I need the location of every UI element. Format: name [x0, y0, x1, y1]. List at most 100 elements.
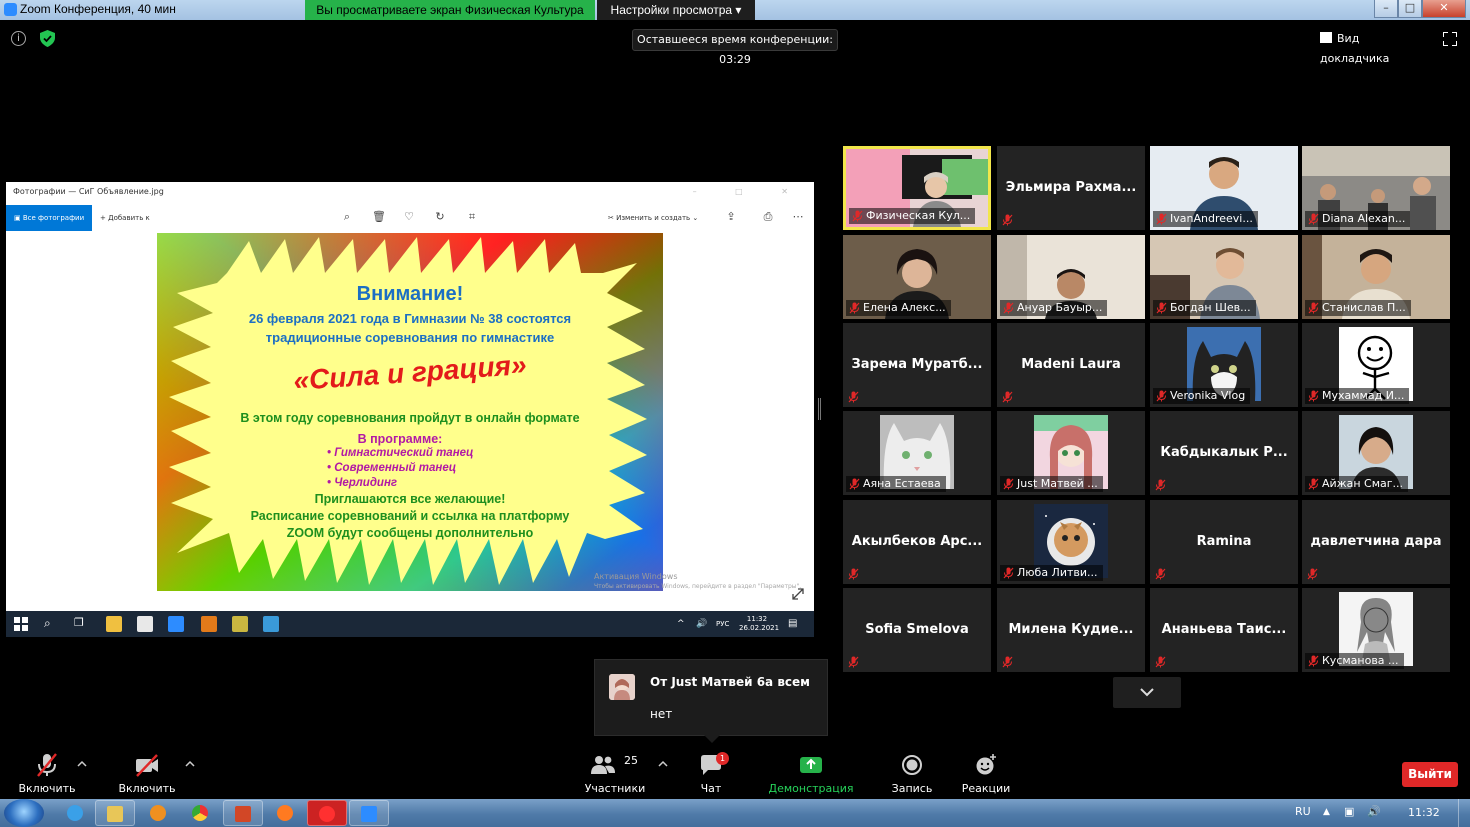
participant-tile[interactable]: Кусманова ... [1302, 588, 1450, 672]
speaker-view-button[interactable]: Вид докладчика [1320, 29, 1428, 65]
participant-name: Madeni Laura [1021, 357, 1121, 372]
participant-tile[interactable]: давлетчина дара [1302, 500, 1450, 584]
splitter-handle[interactable] [818, 398, 821, 420]
close-button[interactable]: ✕ [1422, 0, 1466, 18]
os-taskbar [0, 799, 1470, 827]
app-icon[interactable] [232, 616, 248, 632]
edge-icon[interactable] [201, 616, 217, 632]
muted-mic-icon [1156, 213, 1167, 225]
tray-arrow-icon[interactable]: ▲ [1323, 807, 1330, 817]
info-icon[interactable]: i [11, 31, 26, 46]
view-options-label: Настройки просмотра [610, 3, 733, 17]
add-to-button[interactable]: + Добавить к [100, 205, 150, 231]
muted-mic-icon [848, 656, 859, 668]
participant-tile[interactable]: Кабдыкалык Р... [1150, 411, 1298, 495]
leave-button[interactable]: Выйти [1402, 762, 1458, 787]
view-options-button[interactable]: Настройки просмотра ▾ [597, 0, 755, 20]
participants-button[interactable]: 25 Участники [584, 752, 646, 795]
firefox-icon[interactable] [266, 800, 306, 826]
all-photos-button[interactable]: ▣ Все фотографии [6, 205, 92, 231]
poster-schedule-2: ZOOM будут сообщены дополнительно [286, 526, 534, 540]
volume-icon[interactable]: 🔊 [696, 611, 707, 637]
share-icon[interactable]: ⇪ [725, 211, 737, 223]
chevron-down-icon: ⌄ [690, 214, 699, 222]
participant-tile[interactable]: Зарема Муратб... [843, 323, 991, 407]
participant-tile[interactable]: Madeni Laura [997, 323, 1145, 407]
shield-icon[interactable] [40, 30, 55, 47]
muted-mic-icon [1003, 478, 1014, 490]
share-screen-icon [800, 757, 822, 773]
store-icon[interactable] [137, 616, 153, 632]
file-explorer-icon[interactable] [106, 616, 122, 632]
shared-screen: Фотографии — СиГ Объявление.jpg – □ ✕ ▣ … [6, 182, 814, 637]
chat-notification[interactable]: От Just Матвей 6а всем нет [594, 659, 828, 743]
edit-create-button[interactable]: ✂ Изменить и создать ⌄ [608, 205, 698, 231]
participants-options-caret-icon[interactable] [658, 760, 668, 768]
participant-tile[interactable]: Ануар Бауыр... [997, 235, 1145, 319]
photos-app-icon[interactable] [263, 616, 279, 632]
participant-tile[interactable]: Елена Алекс... [843, 235, 991, 319]
search-icon[interactable]: ⌕ [44, 616, 60, 632]
participant-tile[interactable]: Just Матвей ... [997, 411, 1145, 495]
powerpoint-icon[interactable] [223, 800, 263, 826]
rotate-icon[interactable]: ↻ [434, 211, 446, 223]
crop-icon[interactable]: ⌗ [466, 211, 478, 223]
participant-tile[interactable]: Акылбеков Арс... [843, 500, 991, 584]
zoom-icon[interactable]: ⌕ [341, 211, 353, 223]
trash-icon[interactable]: 🗑 [372, 211, 386, 223]
poster-program-item: • Черлидинг [327, 477, 398, 489]
notifications-icon[interactable]: ▤ [788, 611, 797, 637]
ie-icon[interactable] [56, 800, 96, 826]
start-orb-icon[interactable] [4, 799, 44, 827]
chevron-up-icon[interactable]: ^ [677, 611, 685, 637]
participant-tile[interactable]: IvanAndreevi... [1150, 146, 1298, 230]
participant-tile[interactable]: Diana Alexan... [1302, 146, 1450, 230]
poster-program-item-text: Гимнастический танец [334, 447, 474, 459]
heart-icon[interactable]: ♡ [403, 211, 415, 223]
task-view-icon[interactable]: ❐ [74, 616, 90, 632]
zoom-taskbar-icon[interactable] [168, 616, 184, 632]
print-icon[interactable]: ⎙ [762, 211, 774, 223]
gallery-next-page-button[interactable] [1113, 677, 1181, 708]
audio-options-caret-icon[interactable] [77, 760, 87, 768]
volume-icon[interactable]: 🔊 [1367, 805, 1381, 818]
reactions-icon [976, 754, 996, 775]
participant-tile[interactable]: Физическая Кул... [843, 146, 991, 230]
fullscreen-icon[interactable] [1443, 32, 1457, 46]
folder-icon[interactable] [95, 800, 135, 826]
participant-tile[interactable]: Эльмира Рахма... [997, 146, 1145, 230]
os-language[interactable]: RU [1295, 805, 1311, 818]
red-app-icon[interactable] [307, 800, 347, 826]
participant-tile[interactable]: Богдан Шев... [1150, 235, 1298, 319]
participant-tile[interactable]: Sofia Smelova [843, 588, 991, 672]
expand-icon[interactable] [792, 588, 804, 600]
remote-lang[interactable]: РУС [716, 611, 729, 637]
network-icon[interactable]: ▣ [1344, 805, 1354, 818]
reactions-button[interactable]: Реакции [960, 752, 1012, 795]
participant-tile[interactable]: Станислав П... [1302, 235, 1450, 319]
record-button[interactable]: Запись [889, 752, 935, 795]
minimize-button[interactable]: – [1374, 0, 1398, 18]
photos-toolbar: ▣ Все фотографии + Добавить к ⌕ 🗑 ♡ ↻ ⌗ … [6, 205, 814, 231]
muted-mic-icon [852, 210, 863, 222]
zoom-taskbar-button[interactable] [349, 800, 389, 826]
windows-start-icon[interactable] [14, 616, 30, 632]
chat-unread-badge: 1 [716, 752, 729, 765]
chrome-icon[interactable] [181, 800, 221, 826]
media-player-icon[interactable] [139, 800, 179, 826]
participant-tile[interactable]: Милена Кудие... [997, 588, 1145, 672]
participant-tile[interactable]: Аяна Естаева [843, 411, 991, 495]
participant-tile[interactable]: Ramina [1150, 500, 1298, 584]
participant-tile[interactable]: Мухаммад И... [1302, 323, 1450, 407]
show-desktop-button[interactable] [1458, 799, 1470, 827]
participant-tile[interactable]: Veronika Vlog [1150, 323, 1298, 407]
poster-line-2: традиционные соревнования по гимнастике [265, 330, 555, 345]
maximize-button[interactable]: □ [1398, 0, 1422, 18]
more-icon[interactable]: ⋯ [792, 211, 804, 223]
participant-tile[interactable]: Айжан Смаг... [1302, 411, 1450, 495]
muted-mic-icon [1308, 213, 1319, 225]
video-options-caret-icon[interactable] [185, 760, 195, 768]
participant-tile[interactable]: Ананьева Таис... [1150, 588, 1298, 672]
participant-tile[interactable]: Люба Литви... [997, 500, 1145, 584]
muted-mic-icon [1155, 568, 1166, 580]
